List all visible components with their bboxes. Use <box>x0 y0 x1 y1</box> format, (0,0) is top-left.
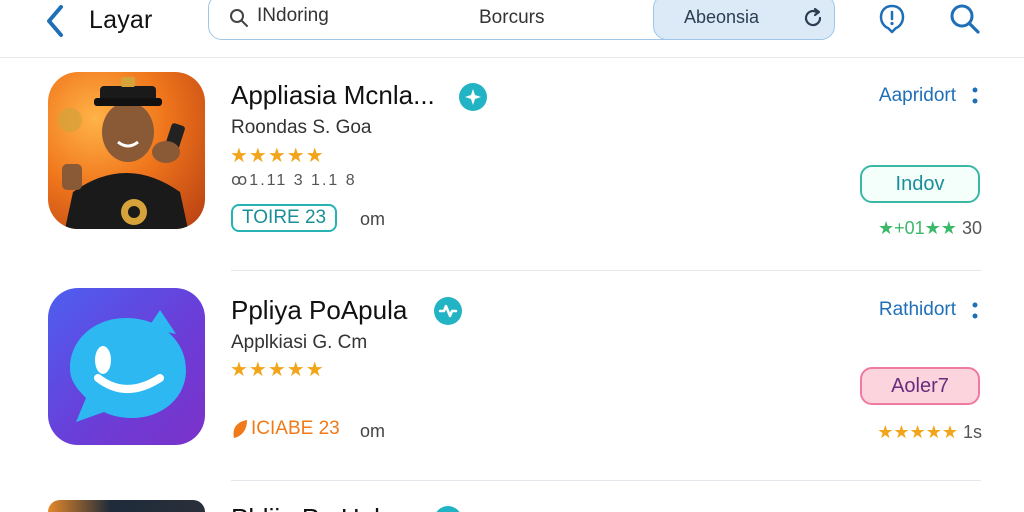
chevron-left-icon <box>47 5 63 37</box>
search-bar[interactable]: Borcurs Abeonsia <box>208 0 835 40</box>
app-badge-label: ICIABE 23 <box>251 418 340 439</box>
filter-chip[interactable]: Abeonsia <box>653 0 835 40</box>
divider <box>231 270 981 271</box>
app-badge: TOIRE 23 <box>231 204 338 232</box>
small-rating-stars: ★★★★★ <box>877 422 958 442</box>
chat-bubble-icon <box>70 310 186 422</box>
leaf-icon <box>233 420 247 438</box>
verified-badge-icon <box>459 83 487 111</box>
search-icon <box>230 9 248 27</box>
developer-name: Applkiasi G. Cm <box>231 332 368 353</box>
app-badge: ICIABE 23 <box>231 415 349 443</box>
verified-badge-icon <box>436 506 460 512</box>
badge-suffix: om <box>360 421 386 441</box>
portrait-image-icon <box>58 77 188 229</box>
filter-chip-label: Abeonsia <box>684 6 760 27</box>
small-rating: ★+01★★ 30 <box>878 218 982 239</box>
top-bar: Layar Borcurs Abeonsia <box>0 0 1024 58</box>
app-meta: ꝏ1.11 3 1.1 8 <box>231 172 357 189</box>
install-button-label: Indov <box>895 172 945 195</box>
status-link[interactable]: Rathidort <box>879 299 956 321</box>
star-rating: ★★★★★ <box>230 359 325 381</box>
open-button-label: Aoler7 <box>891 374 949 397</box>
back-button[interactable] <box>38 4 72 38</box>
install-button[interactable]: Indov <box>860 165 980 203</box>
app-name[interactable]: Ppliya PoApula <box>231 295 407 326</box>
badge-suffix: om <box>360 209 386 229</box>
search-button-icon[interactable] <box>948 2 982 36</box>
search-secondary-text: Borcurs <box>479 7 545 28</box>
small-rating-count: 1s <box>962 422 982 442</box>
star-rating: ★★★★★ <box>230 145 325 167</box>
small-rating-count: 30 <box>961 218 982 238</box>
search-input[interactable] <box>257 5 457 27</box>
app-icon-portrait[interactable] <box>48 72 205 229</box>
app-icon-partial[interactable] <box>48 500 205 512</box>
app-name[interactable]: Pbliia Pa Hula <box>231 503 394 512</box>
more-options-icon[interactable] <box>971 301 979 323</box>
verified-badge-icon <box>434 297 462 325</box>
status-link[interactable]: Aapridort <box>879 85 956 107</box>
app-icon-chat[interactable] <box>48 288 205 445</box>
developer-name: Roondas S. Goa <box>231 117 372 138</box>
app-badge-label: TOIRE 23 <box>242 207 327 228</box>
more-options-icon[interactable] <box>971 86 979 108</box>
page-title: Layar <box>89 6 153 34</box>
small-rating-stars: ★+01★★ <box>878 218 957 238</box>
alert-icon[interactable] <box>876 3 908 35</box>
app-name[interactable]: Appliasia Mcnla... <box>231 80 435 111</box>
refresh-icon[interactable] <box>802 7 824 29</box>
open-button[interactable]: Aoler7 <box>860 367 980 405</box>
divider <box>231 480 981 481</box>
small-rating: ★★★★★ 1s <box>877 422 982 443</box>
